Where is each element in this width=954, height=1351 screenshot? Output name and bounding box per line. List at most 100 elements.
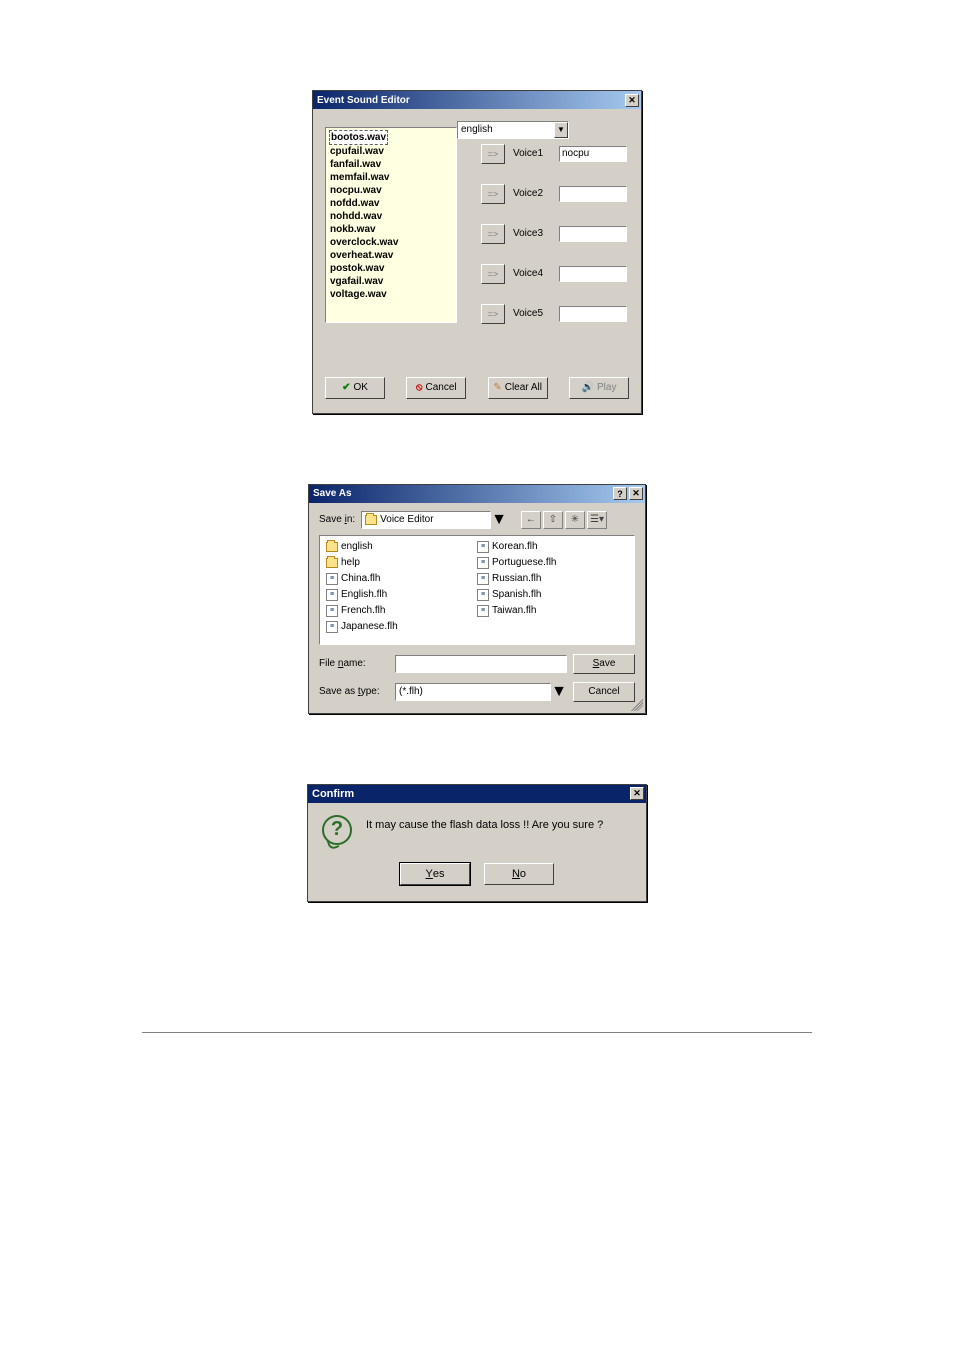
list-item[interactable]: overheat.wav [330,249,452,262]
window-title: Event Sound Editor [317,95,410,106]
yes-button[interactable]: Yes [400,863,470,885]
cancel-button[interactable]: Cancel [573,682,635,702]
list-item[interactable]: ≡China.flh [326,572,477,586]
save-in-folder-name: Voice Editor [380,514,433,525]
list-item[interactable]: overclock.wav [330,236,452,249]
voice-assign-row: => Voice1 nocpu [481,143,629,165]
assign-button[interactable]: => [481,264,505,284]
voice-value-field[interactable] [559,306,627,322]
list-item[interactable]: bootos.wav [330,130,452,145]
assign-button[interactable]: => [481,184,505,204]
chevron-down-icon[interactable]: ▼ [551,683,567,701]
cancel-button[interactable]: ⦸ Cancel [406,377,466,399]
resize-grip-icon[interactable] [631,699,643,711]
save-in-label: Save in: [319,514,355,525]
close-icon[interactable]: ✕ [629,487,643,500]
list-item[interactable]: nocpu.wav [330,184,452,197]
file-icon: ≡ [477,573,489,585]
save-as-type-value: (*.flh) [399,686,423,697]
help-icon[interactable]: ? [613,487,627,500]
assign-button[interactable]: => [481,224,505,244]
play-button-label: Play [597,382,616,393]
list-item[interactable]: nokb.wav [330,223,452,236]
list-item[interactable]: ≡English.flh [326,588,477,602]
list-item[interactable]: ≡Russian.flh [477,572,628,586]
list-item[interactable]: nohdd.wav [330,210,452,223]
ok-button[interactable]: ✔ OK [325,377,385,399]
save-in-dropdown[interactable]: Voice Editor ▼ [361,511,507,529]
language-dropdown-value: english [458,124,554,135]
list-item[interactable]: nofdd.wav [330,197,452,210]
list-item[interactable]: memfail.wav [330,171,452,184]
window-title: Save As [313,488,352,499]
play-button[interactable]: 🔊 Play [569,377,629,399]
assign-button[interactable]: => [481,144,505,164]
file-icon: ≡ [477,541,489,553]
chevron-down-icon[interactable]: ▼ [491,511,507,529]
list-item[interactable]: cpufail.wav [330,145,452,158]
voice-label: Voice5 [513,308,551,319]
save-button[interactable]: Save [573,654,635,674]
voice-value-field[interactable]: nocpu [559,146,627,162]
back-icon[interactable]: ← [521,511,541,529]
list-item[interactable]: english [326,540,477,554]
list-item[interactable]: ≡Portuguese.flh [477,556,628,570]
folder-icon [326,558,338,568]
list-item[interactable]: help [326,556,477,570]
footer-rule [142,1032,812,1034]
file-list-area[interactable]: english help ≡China.flh ≡English.flh ≡French… [319,535,635,645]
view-menu-icon[interactable]: ☰▾ [587,511,607,529]
question-icon: ? [322,815,352,845]
language-dropdown[interactable]: english ▼ [457,121,569,139]
file-icon: ≡ [326,605,338,617]
confirm-message: It may cause the flash data loss !! Are … [366,815,603,831]
save-as-window: Save As ? ✕ Save in: Voice Editor ▼ ← ⇧ … [308,484,646,714]
voice-value-field[interactable] [559,226,627,242]
wav-file-list[interactable]: bootos.wavcpufail.wavfanfail.wavmemfail.… [325,127,457,323]
save-as-type-dropdown[interactable]: (*.flh) [395,683,551,701]
list-item[interactable]: ≡Taiwan.flh [477,604,628,618]
voice-label: Voice3 [513,228,551,239]
cancel-icon: ⦸ [416,382,423,393]
file-name-label: File name: [319,658,389,669]
folder-icon [326,542,338,552]
speaker-icon: 🔊 [582,382,594,393]
cancel-button-label: Cancel [426,382,457,393]
confirm-dialog: Confirm ✕ ? It may cause the flash data … [307,784,647,902]
file-icon: ≡ [477,557,489,569]
list-item[interactable]: voltage.wav [330,288,452,301]
title-bar: Confirm ✕ [308,785,646,803]
file-name-input[interactable] [395,655,567,673]
file-icon: ≡ [326,589,338,601]
up-one-level-icon[interactable]: ⇧ [543,511,563,529]
voice-label: Voice4 [513,268,551,279]
title-bar: Event Sound Editor ✕ [313,91,641,109]
new-folder-icon[interactable]: ✳ [565,511,585,529]
voice-value-field[interactable] [559,266,627,282]
check-icon: ✔ [342,382,350,393]
event-sound-editor-window: Event Sound Editor ✕ english ▼ bootos.wa… [312,90,642,414]
list-item[interactable]: postok.wav [330,262,452,275]
chevron-down-icon[interactable]: ▼ [554,122,568,138]
no-button[interactable]: No [484,863,554,885]
list-item[interactable]: ≡Japanese.flh [326,620,477,634]
voice-label: Voice1 [513,148,551,159]
list-item[interactable]: ≡Spanish.flh [477,588,628,602]
file-icon: ≡ [477,589,489,601]
list-item[interactable]: fanfail.wav [330,158,452,171]
list-item[interactable]: ≡French.flh [326,604,477,618]
close-icon[interactable]: ✕ [630,787,644,800]
file-icon: ≡ [326,621,338,633]
close-icon[interactable]: ✕ [625,94,639,107]
clear-all-button[interactable]: ✎ Clear All [488,377,548,399]
list-item[interactable]: vgafail.wav [330,275,452,288]
file-icon: ≡ [326,573,338,585]
eraser-icon: ✎ [493,382,501,393]
folder-icon [365,515,377,525]
voice-assign-row: => Voice2 [481,183,629,205]
file-icon: ≡ [477,605,489,617]
voice-value-field[interactable] [559,186,627,202]
voice-label: Voice2 [513,188,551,199]
assign-button[interactable]: => [481,304,505,324]
list-item[interactable]: ≡Korean.flh [477,540,628,554]
